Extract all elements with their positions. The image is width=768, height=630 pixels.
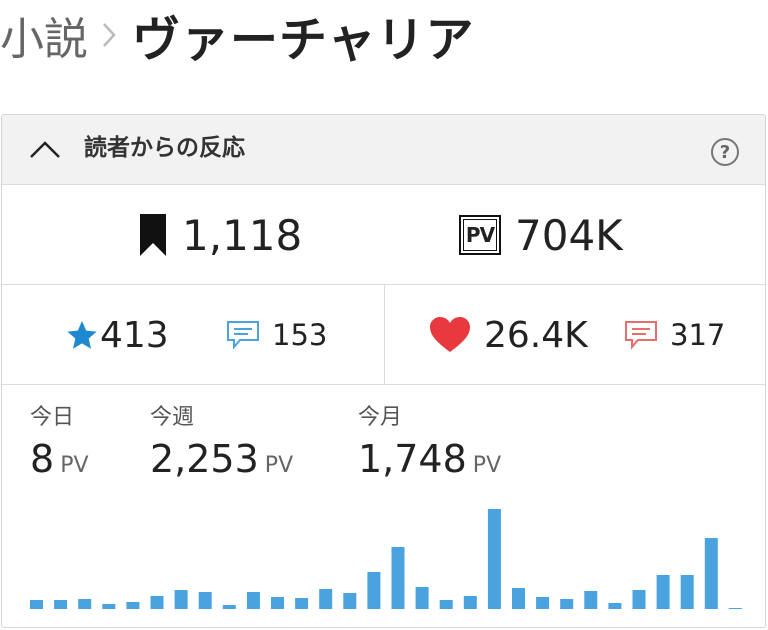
pv-bar[interactable] — [439, 600, 453, 609]
pv-month-label: 今月 — [358, 405, 403, 430]
pv-bar[interactable] — [198, 592, 212, 609]
pv-icon: PV — [459, 215, 501, 255]
comment-stat: 153 — [226, 310, 327, 360]
pv-bar[interactable] — [728, 608, 742, 609]
help-icon[interactable]: ? — [711, 138, 739, 166]
panel-header[interactable]: 読者からの反応 ? — [2, 115, 765, 185]
heart-count: 26.4K — [484, 314, 588, 356]
chevron-right-icon — [103, 23, 116, 47]
bookmark-stat: 1,118 — [138, 205, 302, 265]
pv-bar[interactable] — [246, 592, 260, 609]
bookmark-icon — [140, 214, 166, 256]
pv-bar[interactable] — [680, 575, 694, 609]
heart-stat: 26.4K — [428, 310, 588, 360]
pv-today: 今日 8 PV — [30, 403, 89, 481]
pv-bar[interactable] — [632, 590, 646, 609]
pv-today-label: 今日 — [30, 405, 75, 430]
pv-bar[interactable] — [54, 600, 68, 609]
star-count: 413 — [100, 314, 169, 356]
pv-bar[interactable] — [512, 588, 525, 609]
pv-bar[interactable] — [536, 597, 550, 609]
pv-bar[interactable] — [295, 598, 309, 609]
pv-bar[interactable] — [391, 547, 405, 609]
star-icon — [67, 321, 97, 349]
pv-unit: PV — [60, 453, 89, 478]
pv-month: 今月 1,748 PV — [358, 403, 501, 481]
pv-bar[interactable] — [415, 587, 429, 609]
pv-bar[interactable] — [608, 603, 622, 609]
pv-bar[interactable] — [463, 596, 477, 609]
comment-icon — [227, 321, 259, 350]
pv-bar[interactable] — [704, 538, 718, 609]
review-stat: 317 — [624, 310, 725, 360]
breadcrumb: 小説 ヴァーチャリア — [0, 0, 475, 70]
pv-unit: PV — [472, 453, 502, 478]
pv-bar[interactable] — [78, 599, 92, 609]
panel-title: 読者からの反応 — [84, 135, 245, 161]
pv-bar[interactable] — [319, 589, 333, 609]
pv-bar[interactable] — [174, 590, 188, 609]
pv-week-value: 2,253 — [150, 437, 259, 481]
bookmark-count: 1,118 — [182, 210, 303, 260]
pv-today-value: 8 — [30, 437, 55, 481]
pv-bar[interactable] — [584, 591, 598, 609]
pv-bar[interactable] — [30, 600, 43, 609]
pv-bar[interactable] — [343, 593, 357, 609]
totals-row: 1,118 PV 704K — [2, 185, 765, 285]
pv-bar[interactable] — [656, 575, 670, 609]
star-stat: 413 — [66, 310, 169, 360]
pv-bar[interactable] — [271, 597, 284, 609]
pv-bar[interactable] — [222, 605, 236, 609]
review-count: 317 — [670, 318, 726, 352]
pv-section: 今日 8 PV 今週 2,253 PV 今月 1,748 PV — [2, 385, 765, 627]
pv-total-stat: PV 704K — [459, 205, 623, 265]
pv-bar-chart — [30, 509, 742, 609]
reader-reactions-panel: 読者からの反応 ? 1,118 PV 704K 413 153 26.4K 31… — [1, 114, 766, 628]
pv-week: 今週 2,253 PV — [150, 403, 293, 481]
pv-bar[interactable] — [367, 572, 381, 609]
pv-total-count: 704K — [515, 210, 623, 260]
heart-icon — [430, 317, 470, 352]
breadcrumb-parent-link[interactable]: 小説 — [0, 3, 88, 67]
page-title: ヴァーチャリア — [132, 12, 475, 68]
reactions-row: 413 153 26.4K 317 — [2, 285, 765, 385]
pv-bar[interactable] — [126, 602, 140, 609]
review-icon — [625, 321, 657, 350]
pv-bar[interactable] — [150, 596, 164, 609]
pv-month-value: 1,748 — [358, 437, 467, 481]
pv-bar[interactable] — [487, 509, 501, 609]
pv-bar[interactable] — [560, 599, 574, 609]
pv-unit: PV — [264, 453, 294, 478]
pv-icon-label: PV — [463, 219, 497, 251]
help-icon-symbol: ? — [719, 141, 731, 163]
pv-week-label: 今週 — [150, 405, 195, 430]
pv-bar[interactable] — [102, 604, 116, 609]
divider — [384, 285, 385, 384]
comment-count: 153 — [272, 318, 328, 352]
chevron-up-icon[interactable] — [28, 137, 62, 163]
